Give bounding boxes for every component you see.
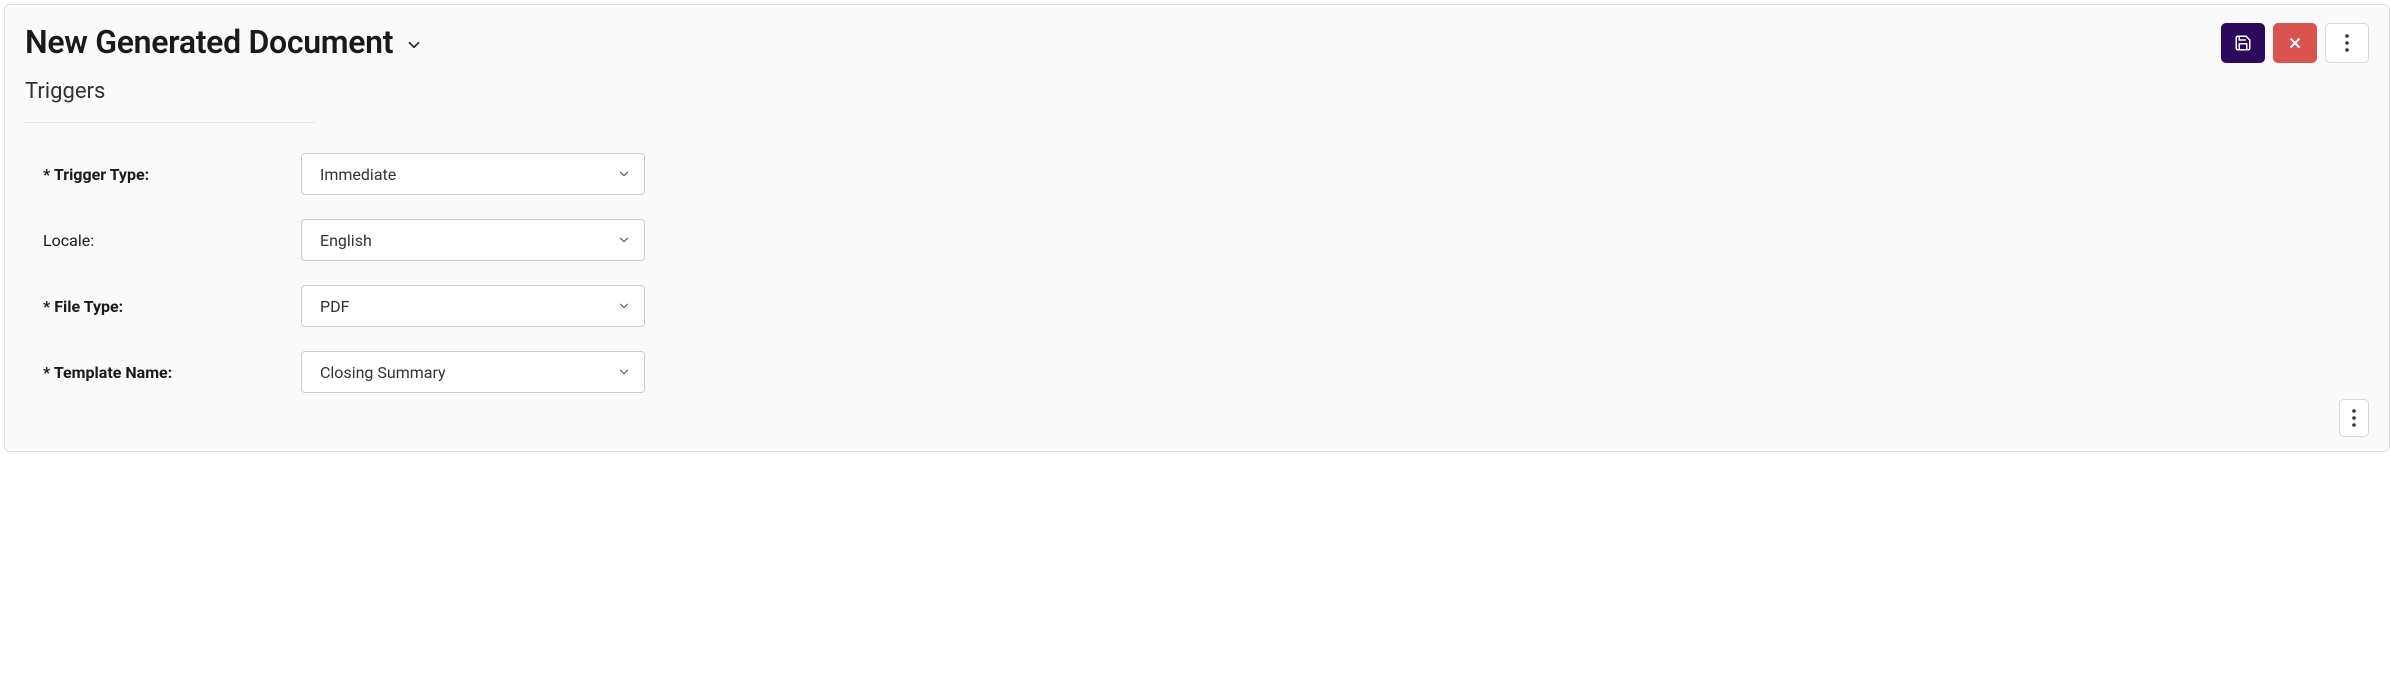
header-row: New Generated Document [25, 23, 2369, 63]
title-group: New Generated Document [25, 23, 423, 61]
form-area: * Trigger Type: Immediate Locale: Englis… [25, 153, 2369, 393]
kebab-icon [2352, 409, 2356, 427]
kebab-icon [2345, 34, 2349, 52]
row-locale: Locale: English [43, 219, 2369, 261]
page-title: New Generated Document [25, 23, 393, 61]
more-actions-button[interactable] [2325, 23, 2369, 63]
chevron-down-icon[interactable] [405, 30, 423, 54]
save-icon [2234, 34, 2252, 52]
section-title: Triggers [25, 79, 2369, 104]
section-divider [25, 122, 315, 123]
row-template-name: * Template Name: Closing Summary [43, 351, 2369, 393]
document-panel: New Generated Document [4, 4, 2390, 452]
select-value-locale: English [301, 219, 645, 261]
select-value-trigger-type: Immediate [301, 153, 645, 195]
select-template-name[interactable]: Closing Summary [301, 351, 645, 393]
save-button[interactable] [2221, 23, 2265, 63]
close-icon [2287, 35, 2303, 51]
label-file-type: * File Type: [43, 297, 301, 316]
label-locale: Locale: [43, 231, 301, 250]
select-value-template-name: Closing Summary [301, 351, 645, 393]
label-template-name: * Template Name: [43, 363, 301, 382]
select-value-file-type: PDF [301, 285, 645, 327]
label-trigger-type: * Trigger Type: [43, 165, 301, 184]
panel-more-button[interactable] [2339, 399, 2369, 437]
row-trigger-type: * Trigger Type: Immediate [43, 153, 2369, 195]
cancel-button[interactable] [2273, 23, 2317, 63]
select-file-type[interactable]: PDF [301, 285, 645, 327]
select-locale[interactable]: English [301, 219, 645, 261]
select-trigger-type[interactable]: Immediate [301, 153, 645, 195]
row-file-type: * File Type: PDF [43, 285, 2369, 327]
action-buttons [2221, 23, 2369, 63]
